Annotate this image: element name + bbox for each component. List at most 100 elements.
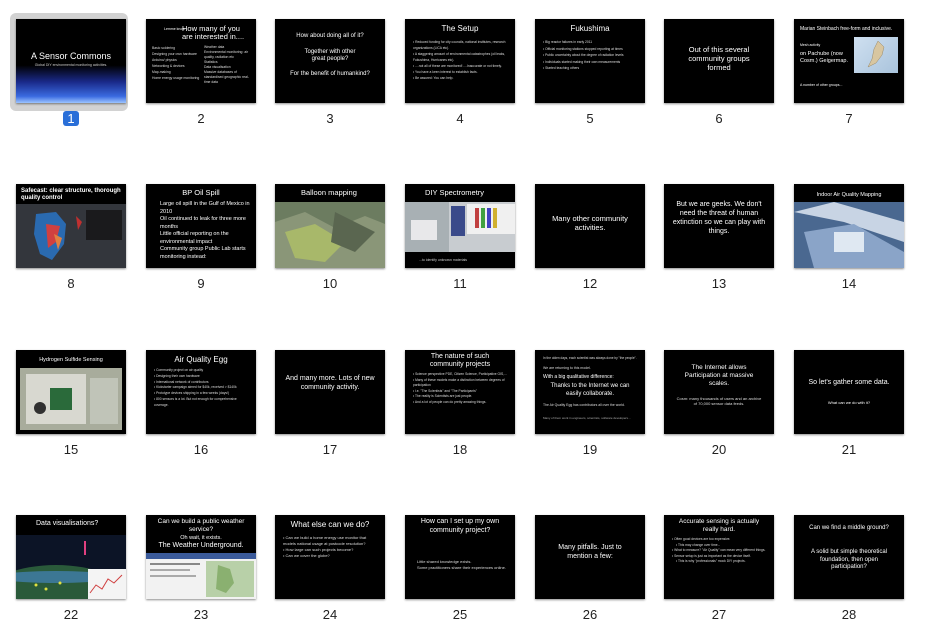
slide-line: Together with other great people?: [304, 49, 356, 62]
slide-lines: Large oil spill in the Gulf of Mexico in…: [160, 201, 250, 260]
slide-thumb-20[interactable]: The Internet allows Participation at mas…: [664, 350, 774, 460]
slide-title: Air Quality Egg: [174, 355, 228, 364]
slide-lines: Little shared knowledge exists. Some prac…: [417, 559, 506, 570]
slide-title: The Setup: [441, 24, 479, 33]
slide-number: 21: [841, 442, 857, 457]
slide-thumb-14[interactable]: Indoor Air Quality Mapping 14: [794, 184, 904, 294]
slide-number: 20: [711, 442, 727, 457]
slide-preview: Marian Steinbach free-form and inclusive…: [794, 19, 904, 103]
slide-preview: Many other community activities.: [535, 184, 645, 268]
map-image: [16, 204, 126, 268]
slide-line: How about doing all of it?: [296, 33, 364, 39]
slide-number: 19: [582, 442, 598, 457]
slide-thumb-13[interactable]: But we are geeks. We don't need the thre…: [664, 184, 774, 294]
slide-thumb-28[interactable]: Can we find a middle ground? A solid but…: [794, 515, 904, 625]
slide-line: With a big qualitative difference:: [543, 374, 614, 380]
slide-title: BP Oil Spill: [182, 188, 220, 197]
slide-preview: Can we build a public weather service? O…: [146, 515, 256, 599]
slide-preview: Safecast: clear structure, thorough qual…: [16, 184, 126, 268]
slide-thumb-11[interactable]: DIY Spectrometry ...to identify unknown …: [405, 184, 515, 294]
slide-thumb-9[interactable]: BP Oil Spill Large oil spill in the Gulf…: [146, 184, 256, 294]
slide-preview: Data visualisations?: [16, 515, 126, 599]
slide-thumb-2[interactable]: Lemme know How many of you are intereste…: [146, 19, 256, 129]
slide-thumb-17[interactable]: And many more. Lots of new community act…: [275, 350, 385, 460]
slide-title: The nature of such community projects: [429, 353, 491, 368]
slide-line: Cosm: many thousands of users and an arc…: [676, 396, 762, 406]
slide-preview: Fukushima Big reactor failures in early …: [535, 19, 645, 103]
slide-number: 13: [711, 276, 727, 291]
slide-number: 12: [582, 276, 598, 291]
slide-title: Data visualisations?: [36, 520, 99, 527]
slide-title: How can I set up my own community projec…: [420, 518, 500, 534]
slide-number: 3: [326, 111, 334, 126]
slide-preview: Indoor Air Quality Mapping: [794, 184, 904, 268]
lab-photo: [405, 202, 515, 252]
slide-number: 6: [715, 111, 723, 126]
slide-thumb-5[interactable]: Fukushima Big reactor failures in early …: [535, 19, 645, 129]
slide-number: 16: [193, 442, 209, 457]
slide-line: A number of other groups...: [800, 83, 843, 87]
slide-title: Indoor Air Quality Mapping: [816, 192, 882, 198]
slide-preview: Lemme know How many of you are intereste…: [146, 19, 256, 103]
slide-preview: So let's gather some data. What can we d…: [794, 350, 904, 434]
slide-thumb-15[interactable]: Hydrogen Sulfide Sensing 15: [16, 350, 126, 460]
slide-bullets: Often good devices are too expensive.Thi…: [672, 537, 768, 565]
slide-title: Fukushima: [570, 24, 610, 33]
slide-line: Many of them work in engineers, scientis…: [543, 416, 631, 420]
slide-title: Balloon mapping: [301, 188, 357, 197]
slide-col-left: Basic soldering Designing your own hardwa…: [152, 46, 200, 80]
slide-thumb-25[interactable]: How can I set up my own community projec…: [405, 515, 515, 625]
slide-thumb-4[interactable]: The Setup Reduced funding for city counc…: [405, 19, 515, 129]
slide-thumb-19[interactable]: In the olden days, each scientist was al…: [535, 350, 645, 460]
slide-line: Can we find a middle ground?: [809, 525, 889, 531]
slide-thumb-7[interactable]: Marian Steinbach free-form and inclusive…: [794, 19, 904, 129]
slide-thumb-27[interactable]: Accurate sensing is actually really hard…: [664, 515, 774, 625]
slide-preview: Balloon mapping: [275, 184, 385, 268]
slide-line: Out of this several community groups for…: [688, 45, 750, 72]
slide-thumb-26[interactable]: Many pitfalls. Just to mention a few: 26: [535, 515, 645, 625]
slide-preview: Can we find a middle ground? A solid but…: [794, 515, 904, 599]
slide-line: The Weather Underground.: [158, 542, 244, 549]
slide-preview: DIY Spectrometry ...to identify unknown …: [405, 184, 515, 268]
slide-thumb-12[interactable]: Many other community activities. 12: [535, 184, 645, 294]
slide-thumb-8[interactable]: Safecast: clear structure, thorough qual…: [16, 184, 126, 294]
slide-number: 7: [845, 111, 853, 126]
slide-thumb-10[interactable]: Balloon mapping 10: [275, 184, 385, 294]
slide-number: 23: [193, 607, 209, 622]
sensor-photo: [20, 368, 122, 430]
slide-number: 18: [452, 442, 468, 457]
slide-thumb-1[interactable]: A Sensor Commons Global DIY environmenta…: [10, 13, 128, 129]
slide-number: 2: [197, 111, 205, 126]
slide-line: Can we build a public weather service?: [157, 518, 245, 533]
slide-number: 28: [841, 607, 857, 622]
slide-number: 15: [63, 442, 79, 457]
slide-thumb-16[interactable]: Air Quality Egg Community project on air…: [146, 350, 256, 460]
slide-preview: But we are geeks. We don't need the thre…: [664, 184, 774, 268]
slide-thumb-18[interactable]: The nature of such community projects Sc…: [405, 350, 515, 460]
slide-line: on Pachube (now Cosm.) Geigermap.: [800, 51, 848, 64]
slide-preview: How about doing all of it? Together with…: [275, 19, 385, 103]
slide-thumb-6[interactable]: Out of this several community groups for…: [664, 19, 774, 129]
slide-thumb-3[interactable]: How about doing all of it? Together with…: [275, 19, 385, 129]
slide-line: For the benefit of humankind?: [290, 71, 370, 77]
slide-number: 8: [67, 276, 75, 291]
slide-thumb-22[interactable]: Data visualisations? 22: [16, 515, 126, 625]
slide-number: 17: [322, 442, 338, 457]
slide-title: Safecast: clear structure, thorough qual…: [21, 188, 121, 201]
slide-bullets: Big reactor failures in early 2011Offici…: [543, 39, 639, 72]
slide-preview: BP Oil Spill Large oil spill in the Gulf…: [146, 184, 256, 268]
slide-thumb-24[interactable]: What else can we do? Can we build a home…: [275, 515, 385, 625]
slide-col-right: Weather data Environmental monitoring: ai…: [204, 45, 249, 84]
slide-thumb-23[interactable]: Can we build a public weather service? O…: [146, 515, 256, 625]
slide-number: 1: [16, 111, 126, 127]
slide-number: 11: [453, 276, 467, 291]
indoor-photo: [794, 202, 904, 268]
slide-thumb-21[interactable]: So let's gather some data. What can we d…: [794, 350, 904, 460]
slide-number: 4: [456, 111, 464, 126]
slide-line: We are returning to this model.: [543, 366, 591, 370]
slide-line: A solid but simple theoretical foundatio…: [810, 549, 888, 570]
slide-preview: What else can we do? Can we build a home…: [275, 515, 385, 599]
slide-title: DIY Spectrometry: [425, 188, 485, 197]
slide-number: 9: [197, 276, 205, 291]
aerial-photo: [275, 202, 385, 268]
